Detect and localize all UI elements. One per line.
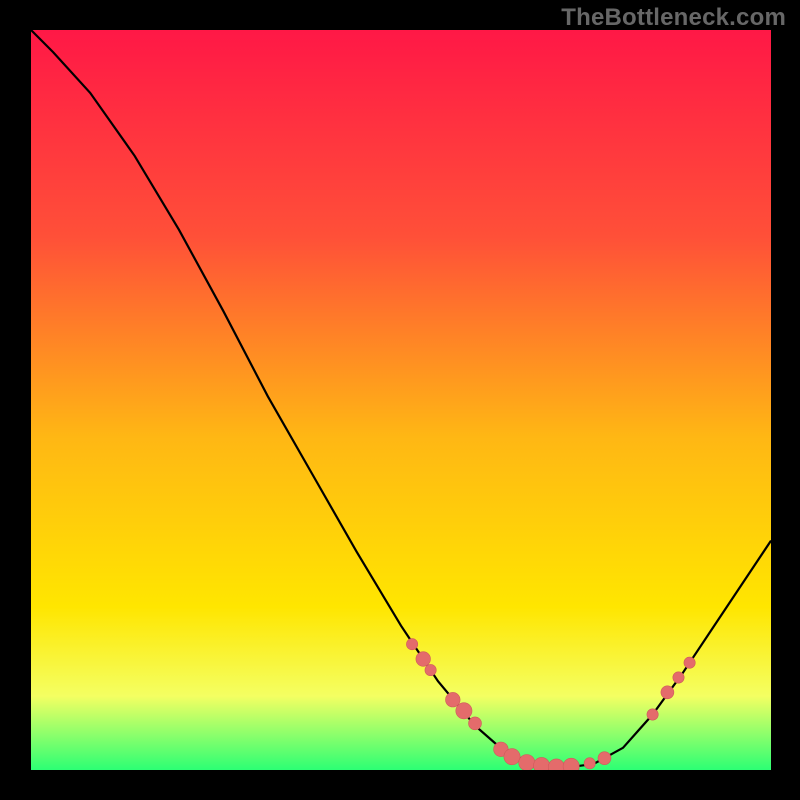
plot-area bbox=[31, 30, 771, 770]
curve-marker bbox=[584, 758, 595, 769]
curve-marker bbox=[647, 709, 658, 720]
watermark-text: TheBottleneck.com bbox=[561, 4, 786, 32]
curve-marker bbox=[673, 672, 684, 683]
curve-marker bbox=[406, 639, 417, 650]
curve-marker bbox=[504, 749, 520, 765]
curve-marker bbox=[661, 686, 674, 699]
curve-marker bbox=[684, 657, 695, 668]
chart-frame: TheBottleneck.com bbox=[0, 0, 800, 800]
curve-marker bbox=[425, 664, 436, 675]
plot-svg bbox=[31, 30, 771, 770]
curve-marker bbox=[456, 703, 472, 719]
curve-marker bbox=[416, 652, 431, 667]
curve-marker bbox=[446, 692, 461, 707]
curve-marker bbox=[519, 754, 535, 770]
curve-marker bbox=[598, 752, 611, 765]
curve-marker bbox=[469, 717, 482, 730]
gradient-background bbox=[31, 30, 771, 770]
